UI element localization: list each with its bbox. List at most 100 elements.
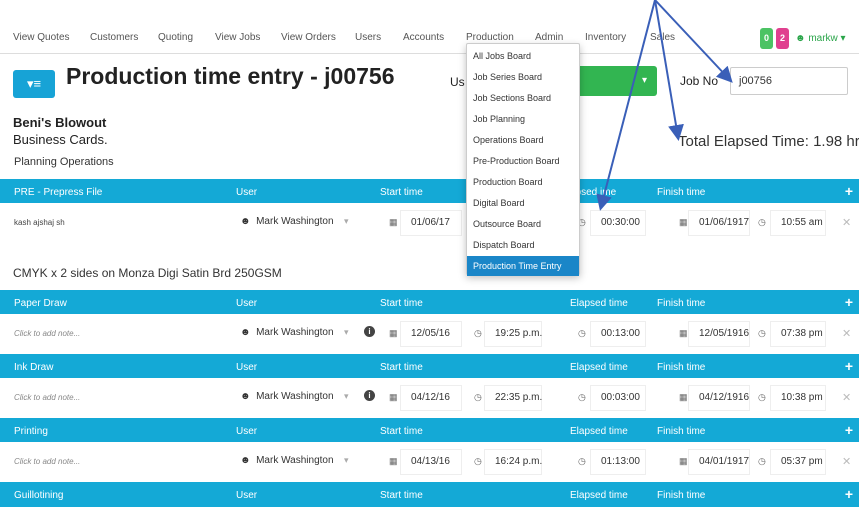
note-text[interactable]: Click to add note... (14, 457, 80, 466)
calendar-icon: ▦ (389, 456, 398, 466)
nav-production[interactable]: Production (466, 32, 514, 43)
finish-time-field[interactable]: 07:38 pm (770, 321, 826, 347)
calendar-icon: ▦ (679, 392, 688, 402)
column-start: Start time (380, 362, 423, 373)
plus-icon[interactable]: + (845, 358, 853, 374)
menu-item-production-time-entry[interactable]: Production Time Entry (467, 256, 579, 276)
menu-item-job-sections-board[interactable]: Job Sections Board (467, 88, 579, 108)
column-user: User (236, 490, 258, 501)
section-header: Paper Draw User Start time Elapsed time … (0, 290, 859, 315)
close-icon[interactable]: ✕ (842, 327, 851, 340)
badge-green[interactable]: 0 (760, 28, 773, 49)
menu-item-job-series-board[interactable]: Job Series Board (467, 67, 579, 87)
start-date-field[interactable]: 01/06/17 (400, 210, 462, 236)
start-date-field[interactable]: 04/12/16 (400, 385, 462, 411)
menu-item-outsource-board[interactable]: Outsource Board (467, 214, 579, 234)
elapsed-field[interactable]: 01:13:00 (590, 449, 646, 475)
section-title: Guillotining (14, 490, 64, 501)
user-menu-label: markw (808, 33, 838, 44)
section-header: Printing User Start time Elapsed time Fi… (0, 418, 859, 443)
user-cell[interactable]: ☻ Mark Washington (240, 391, 334, 402)
clock-icon: ◷ (758, 392, 766, 402)
user-icon: ☻ (795, 33, 809, 44)
note-text[interactable]: Click to add note... (14, 329, 80, 338)
start-date-field[interactable]: 12/05/16 (400, 321, 462, 347)
nav-quoting[interactable]: Quoting (158, 32, 193, 43)
nav-inventory[interactable]: Inventory (585, 32, 626, 43)
plus-icon[interactable]: + (845, 183, 853, 199)
menu-item-operations-board[interactable]: Operations Board (467, 130, 579, 150)
close-icon[interactable]: ✕ (842, 391, 851, 404)
nav-customers[interactable]: Customers (90, 32, 138, 43)
nav-view-jobs[interactable]: View Jobs (215, 32, 260, 43)
column-elapsed: Elapsed time (570, 426, 628, 437)
user-cell[interactable]: ☻ Mark Washington (240, 216, 334, 227)
calendar-icon: ▦ (679, 217, 688, 227)
user-cell[interactable]: ☻ Mark Washington (240, 327, 334, 338)
column-finish: Finish time (657, 426, 706, 437)
user-name: Mark Washington (256, 327, 334, 338)
user-select[interactable]: ▾ (575, 66, 657, 96)
table-row: Click to add note... ☻ Mark Washington ▾… (0, 378, 859, 418)
note-text[interactable]: Click to add note... (14, 393, 80, 402)
nav-view-quotes[interactable]: View Quotes (13, 32, 70, 43)
chevron-down-icon[interactable]: ▾ (344, 391, 349, 402)
menu-item-job-planning[interactable]: Job Planning (467, 109, 579, 129)
column-finish: Finish time (657, 490, 706, 501)
user-cell[interactable]: ☻ Mark Washington (240, 455, 334, 466)
menu-item-digital-board[interactable]: Digital Board (467, 193, 579, 213)
table-row: Click to add note... ☻ Mark Washington ▾… (0, 442, 859, 482)
user-icon: ☻ (240, 216, 257, 227)
nav-users[interactable]: Users (355, 32, 381, 43)
start-date-field[interactable]: 04/13/16 (400, 449, 462, 475)
plus-icon[interactable]: + (845, 486, 853, 502)
finish-date-field[interactable]: 01/06/1917 (688, 210, 750, 236)
calendar-icon: ▦ (679, 328, 688, 338)
finish-time-field[interactable]: 05:37 pm (770, 449, 826, 475)
product-name: Business Cards. (13, 132, 108, 147)
user-name: Mark Washington (256, 391, 334, 402)
menu-toggle-button[interactable]: ▾≡ (13, 70, 55, 98)
finish-date-field[interactable]: 12/05/1916 (688, 321, 750, 347)
production-dropdown-menu: All Jobs Board Job Series Board Job Sect… (466, 43, 580, 276)
plus-icon[interactable]: + (845, 294, 853, 310)
finish-date-field[interactable]: 04/01/1917 (688, 449, 750, 475)
chevron-down-icon[interactable]: ▾ (344, 327, 349, 338)
top-nav: View Quotes Customers Quoting View Jobs … (0, 0, 859, 54)
menu-item-all-jobs-board[interactable]: All Jobs Board (467, 46, 579, 66)
user-menu[interactable]: ☻ markw ▾ (795, 33, 846, 44)
start-time-field[interactable]: 22:35 p.m. (484, 385, 542, 411)
chevron-down-icon[interactable]: ▾ (344, 216, 349, 227)
close-icon[interactable]: ✕ (842, 455, 851, 468)
section-title: Paper Draw (14, 298, 67, 309)
start-time-field[interactable]: 19:25 p.m. (484, 321, 542, 347)
info-icon[interactable]: i (364, 390, 375, 401)
badge-pink[interactable]: 2 (776, 28, 789, 49)
user-name: Mark Washington (256, 216, 334, 227)
finish-time-field[interactable]: 10:55 am (770, 210, 826, 236)
elapsed-field[interactable]: 00:30:00 (590, 210, 646, 236)
nav-sales[interactable]: Sales (650, 32, 675, 43)
menu-item-dispatch-board[interactable]: Dispatch Board (467, 235, 579, 255)
elapsed-field[interactable]: 00:03:00 (590, 385, 646, 411)
nav-view-orders[interactable]: View Orders (281, 32, 336, 43)
plus-icon[interactable]: + (845, 422, 853, 438)
close-icon[interactable]: ✕ (842, 216, 851, 229)
job-no-input[interactable]: j00756 (730, 67, 848, 95)
user-select-label: Us (450, 75, 465, 89)
chevron-down-icon[interactable]: ▾ (344, 455, 349, 466)
total-elapsed-time: Total Elapsed Time: 1.98 hrs (678, 133, 859, 150)
finish-time-field[interactable]: 10:38 pm (770, 385, 826, 411)
note-text[interactable]: kash ajshaj sh (14, 218, 65, 227)
start-time-field[interactable]: 16:24 p.m. (484, 449, 542, 475)
finish-date-field[interactable]: 04/12/1916 (688, 385, 750, 411)
info-icon[interactable]: i (364, 326, 375, 337)
nav-admin[interactable]: Admin (535, 32, 563, 43)
column-user: User (236, 298, 258, 309)
column-elapsed: Elapsed time (570, 298, 628, 309)
nav-accounts[interactable]: Accounts (403, 32, 444, 43)
clock-icon: ◷ (758, 328, 766, 338)
menu-item-production-board[interactable]: Production Board (467, 172, 579, 192)
elapsed-field[interactable]: 00:13:00 (590, 321, 646, 347)
menu-item-pre-production-board[interactable]: Pre-Production Board (467, 151, 579, 171)
